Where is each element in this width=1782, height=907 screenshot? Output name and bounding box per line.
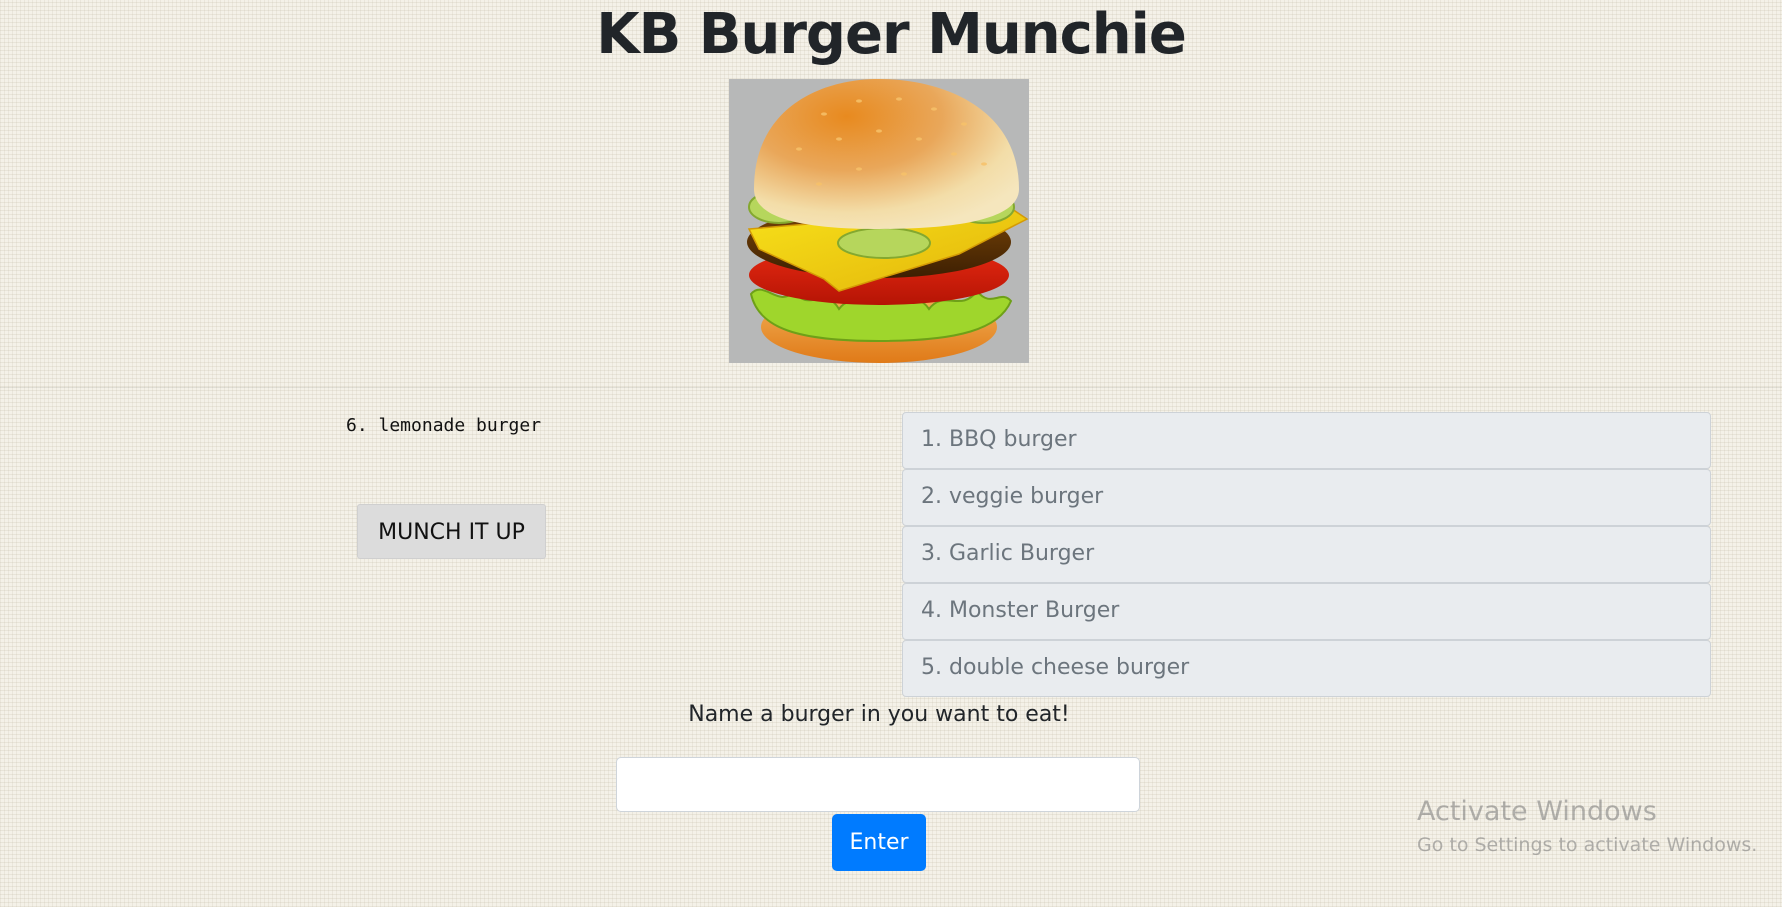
activate-windows-watermark: Activate Windows Go to Settings to activ… xyxy=(1417,794,1757,860)
enter-button[interactable]: Enter xyxy=(832,814,926,871)
burger-list-item-5[interactable]: 5. double cheese burger xyxy=(902,640,1711,697)
munch-it-up-button[interactable]: MUNCH IT UP xyxy=(357,504,546,559)
page-title: KB Burger Munchie xyxy=(596,2,1187,67)
watermark-subtitle: Go to Settings to activate Windows. xyxy=(1417,834,1758,856)
burger-name-input[interactable] xyxy=(616,757,1140,812)
devoured-burger-item: 6. lemonade burger xyxy=(346,415,542,436)
watermark-title: Activate Windows xyxy=(1417,796,1657,827)
burger-list-item-2[interactable]: 2. veggie burger xyxy=(902,469,1711,526)
burger-name-prompt: Name a burger in you want to eat! xyxy=(688,702,1070,727)
burger-list-item-1[interactable]: 1. BBQ burger xyxy=(902,412,1711,469)
section-divider xyxy=(0,387,1782,388)
burger-image xyxy=(729,79,1029,363)
burger-menu-list: 1. BBQ burger 2. veggie burger 3. Garlic… xyxy=(902,412,1711,697)
burger-list-item-4[interactable]: 4. Monster Burger xyxy=(902,583,1711,640)
burger-list-item-3[interactable]: 3. Garlic Burger xyxy=(902,526,1711,583)
